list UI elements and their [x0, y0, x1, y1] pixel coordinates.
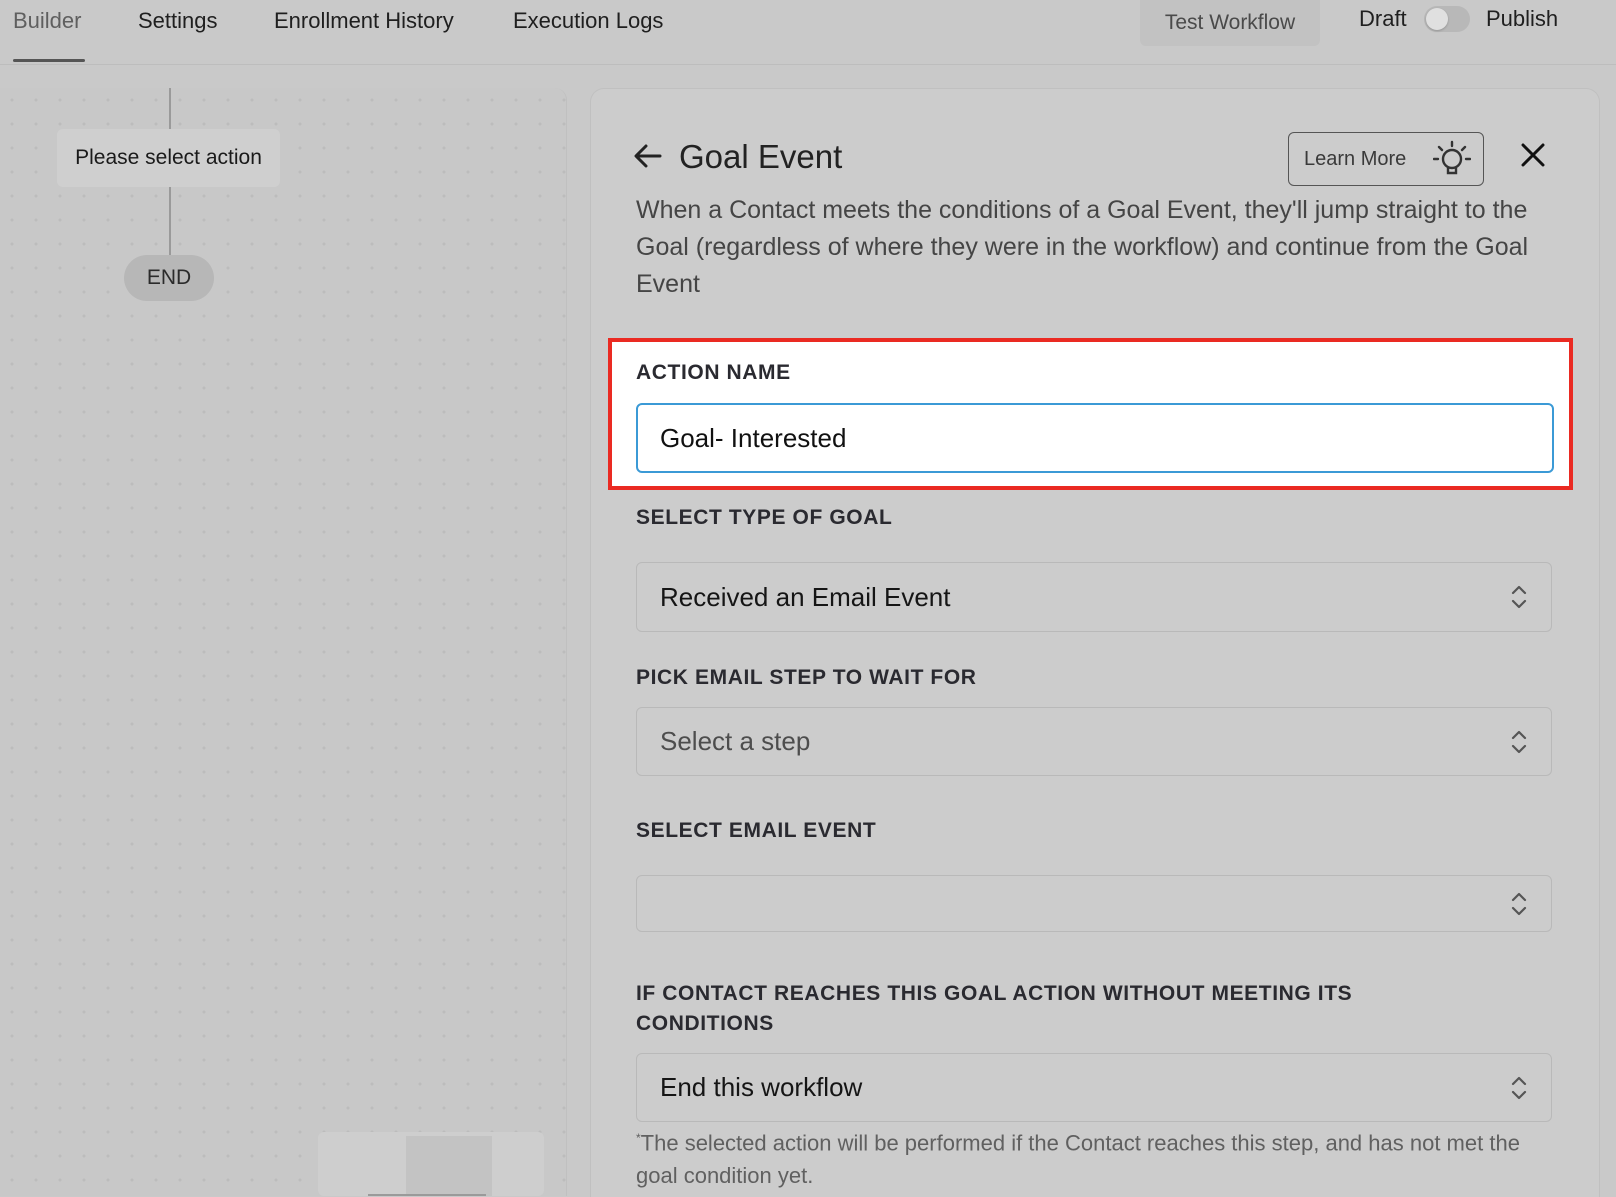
toggle-knob — [1426, 8, 1448, 30]
canvas-minimap[interactable] — [318, 1132, 544, 1196]
top-navigation: Builder Settings Enrollment History Exec… — [0, 0, 1616, 65]
end-node: END — [124, 255, 214, 301]
email-event-label: SELECT EMAIL EVENT — [636, 819, 877, 842]
connector-line — [169, 187, 171, 255]
fallback-label-line1: IF CONTACT REACHES THIS GOAL ACTION WITH… — [636, 982, 1353, 1005]
active-tab-indicator — [13, 59, 85, 62]
tab-builder[interactable]: Builder — [13, 8, 81, 34]
fallback-action-value: End this workflow — [660, 1072, 863, 1102]
test-workflow-button[interactable]: Test Workflow — [1140, 0, 1320, 46]
goal-type-select[interactable]: Received an Email Event — [636, 562, 1552, 632]
chevron-up-down-icon — [1511, 892, 1527, 915]
action-name-label: ACTION NAME — [636, 361, 791, 384]
fallback-action-select[interactable]: End this workflow — [636, 1053, 1552, 1122]
footnote-text: The selected action will be performed if… — [636, 1130, 1520, 1189]
learn-more-button[interactable]: Learn More — [1288, 132, 1484, 186]
panel-description: When a Contact meets the conditions of a… — [636, 196, 1529, 298]
workflow-canvas[interactable]: Please select action END — [0, 88, 567, 1196]
publish-toggle[interactable] — [1424, 6, 1470, 32]
email-event-select[interactable] — [636, 875, 1552, 932]
fallback-label-line2: CONDITIONS — [636, 1012, 774, 1035]
fallback-footnote: *The selected action will be performed i… — [636, 1122, 1566, 1192]
tab-settings[interactable]: Settings — [138, 8, 218, 34]
email-step-label: PICK EMAIL STEP TO WAIT FOR — [636, 666, 977, 689]
tab-enrollment-history[interactable]: Enrollment History — [274, 8, 454, 34]
email-step-select[interactable]: Select a step — [636, 707, 1552, 776]
learn-more-label: Learn More — [1304, 147, 1407, 170]
back-arrow-icon[interactable] — [630, 138, 666, 174]
chevron-up-down-icon — [1511, 1076, 1527, 1099]
select-action-node[interactable]: Please select action — [57, 129, 280, 187]
action-name-input[interactable] — [636, 403, 1554, 473]
close-icon[interactable] — [1520, 142, 1546, 168]
minimap-viewport[interactable] — [406, 1136, 492, 1196]
chevron-up-down-icon — [1511, 585, 1527, 609]
panel-title: Goal Event — [679, 138, 843, 175]
chevron-up-down-icon — [1511, 730, 1527, 753]
connector-line — [169, 88, 171, 129]
goal-type-label: SELECT TYPE OF GOAL — [636, 506, 893, 529]
draft-label: Draft — [1359, 6, 1407, 31]
goal-type-value: Received an Email Event — [660, 581, 951, 612]
lightbulb-icon — [1433, 140, 1471, 175]
tab-execution-logs[interactable]: Execution Logs — [513, 8, 663, 34]
publish-label: Publish — [1486, 6, 1559, 31]
email-step-placeholder: Select a step — [660, 726, 811, 756]
